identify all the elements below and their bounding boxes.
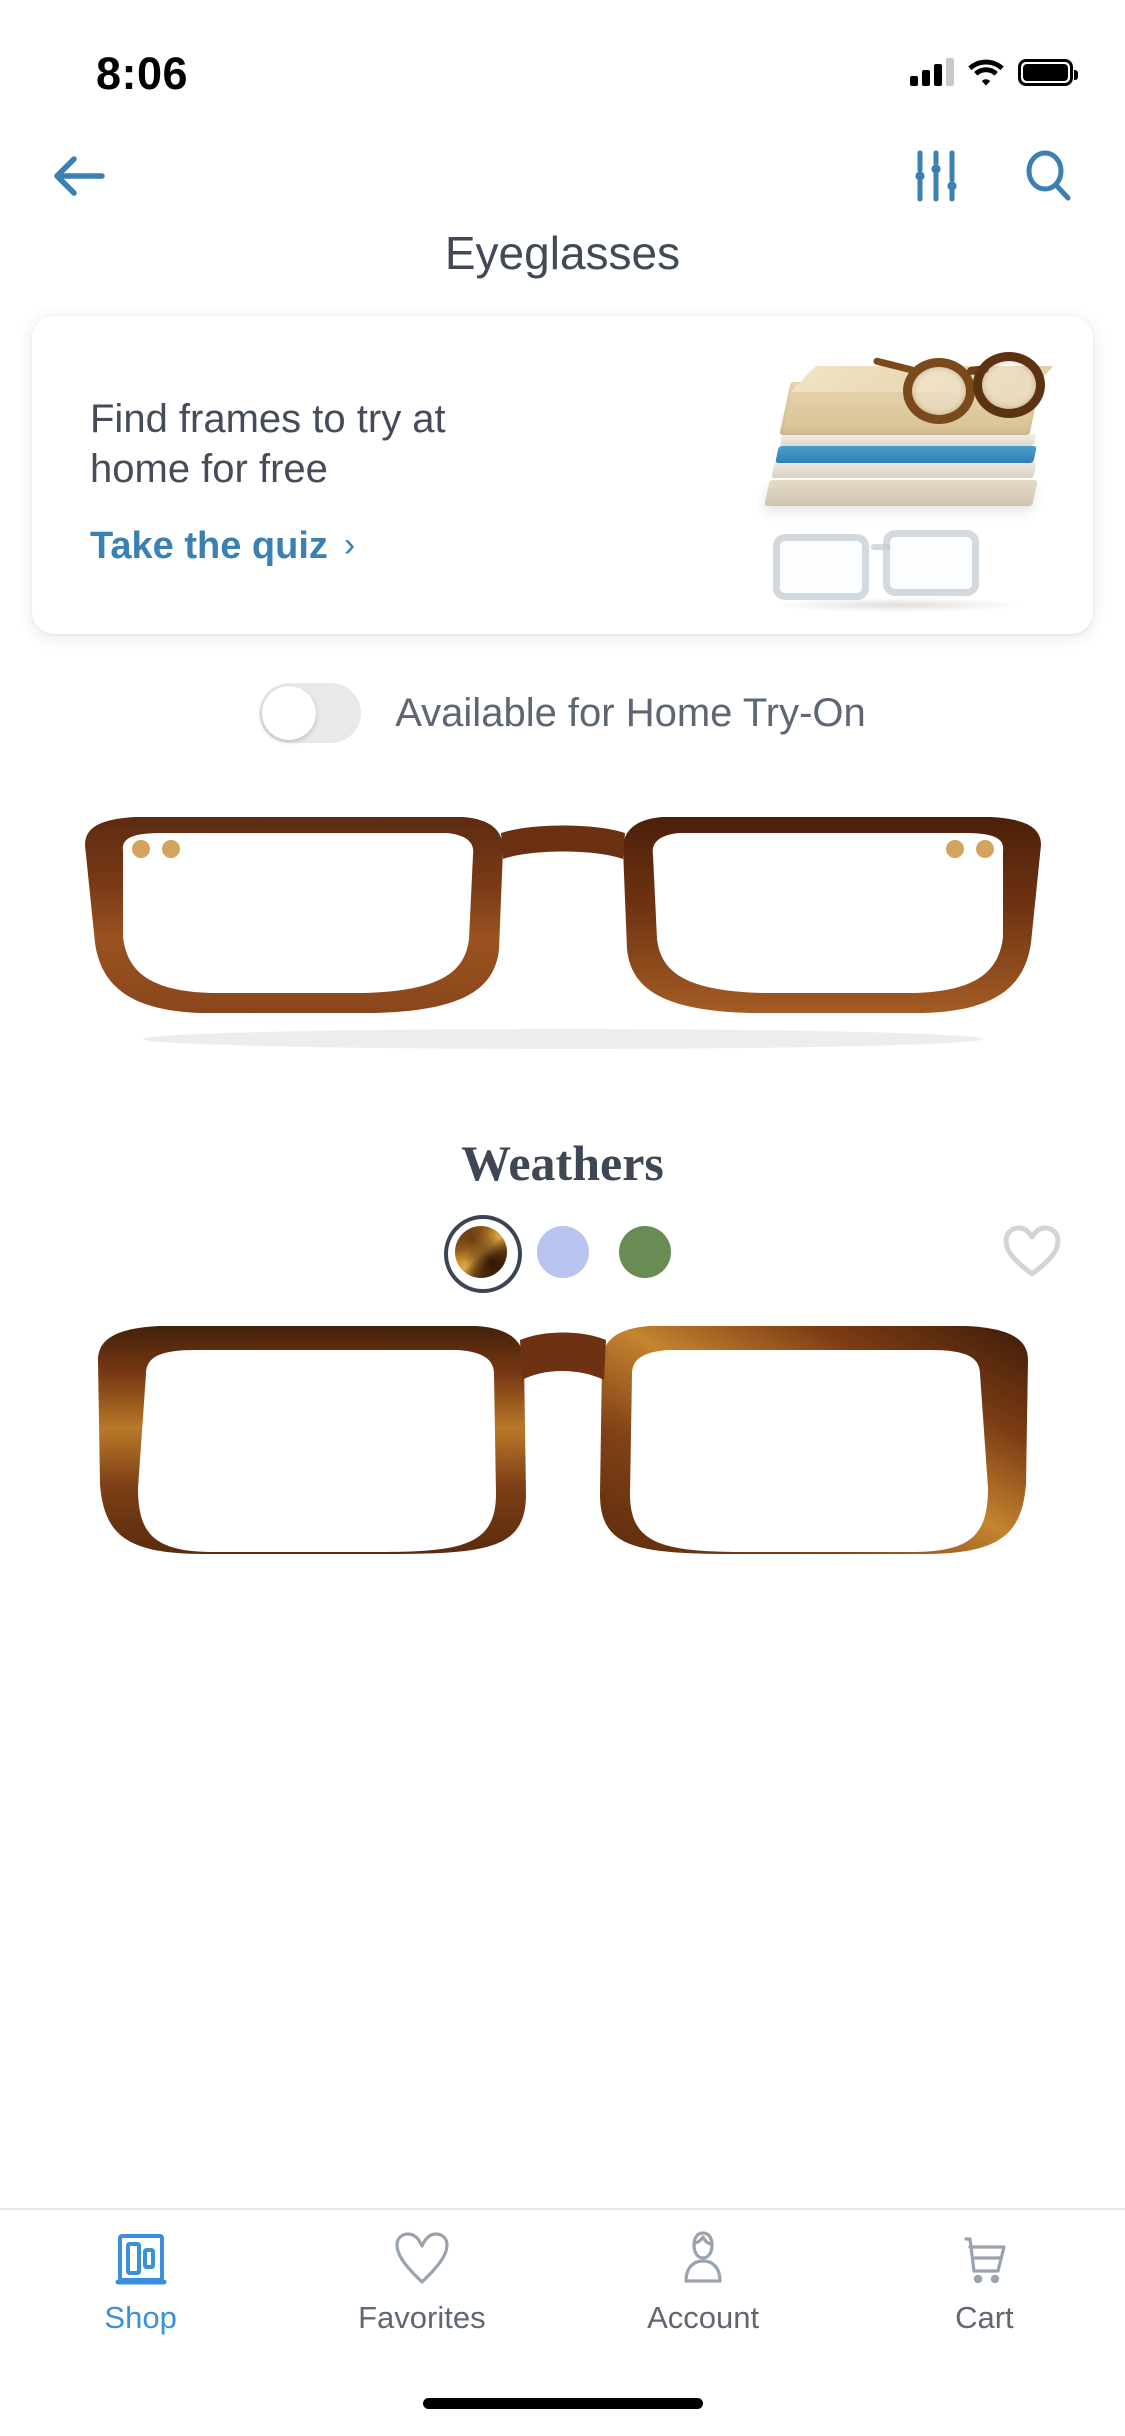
tab-cart[interactable]: Cart — [844, 2228, 1125, 2336]
battery-icon — [1018, 59, 1078, 86]
home-indicator-area — [0, 2370, 1125, 2436]
product-image-tortoise-square[interactable] — [0, 1304, 1125, 1554]
home-try-on-filter-row: Available for Home Try-On — [0, 648, 1125, 778]
search-button[interactable] — [1017, 145, 1079, 207]
storefront-icon — [111, 2228, 171, 2290]
home-try-on-toggle-label: Available for Home Try-On — [395, 690, 866, 735]
navigation-bar — [0, 132, 1125, 220]
bottom-tab-bar: Shop Favorites Account Cart — [0, 2208, 1125, 2370]
status-bar-time: 8:06 — [96, 48, 189, 99]
tab-label-shop: Shop — [104, 2300, 177, 2335]
product-meta-row — [0, 1200, 1125, 1304]
tortoise-glasses-illustration — [872, 342, 1075, 428]
tab-favorites[interactable]: Favorites — [281, 2228, 562, 2336]
favorite-button[interactable] — [1001, 1221, 1063, 1283]
cellular-signal-icon — [910, 58, 954, 86]
status-bar: 8:06 — [0, 0, 1125, 132]
tab-label-favorites: Favorites — [358, 2300, 486, 2335]
status-bar-indicators — [910, 50, 1078, 86]
home-try-on-promo-card[interactable]: Find frames to try at home for free Take… — [32, 316, 1093, 634]
product-card[interactable]: Weathers — [0, 778, 1125, 1304]
heart-outline-icon — [392, 2228, 452, 2290]
color-swatch-periwinkle[interactable] — [536, 1226, 589, 1278]
books-and-glasses-illustration — [747, 330, 1087, 620]
chevron-right-icon: › — [343, 526, 356, 565]
home-indicator[interactable] — [422, 2397, 703, 2409]
filter-button[interactable] — [905, 145, 967, 207]
product-card[interactable] — [0, 1304, 1125, 1554]
home-try-on-toggle[interactable] — [259, 683, 362, 743]
nav-actions — [905, 145, 1079, 207]
tab-label-cart: Cart — [955, 2300, 1014, 2335]
tab-account[interactable]: Account — [563, 2228, 844, 2336]
product-name: Weathers — [461, 1135, 664, 1191]
person-outline-icon — [673, 2228, 733, 2290]
take-the-quiz-link[interactable]: Take the quiz › — [90, 525, 520, 568]
page-title: Eyeglasses — [444, 227, 681, 279]
promo-headline: Find frames to try at home for free — [90, 397, 446, 492]
clear-glasses-illustration — [767, 526, 1017, 610]
tab-shop[interactable]: Shop — [0, 2228, 281, 2336]
wifi-icon — [968, 58, 1004, 86]
color-swatch-tortoise[interactable] — [443, 1215, 522, 1293]
content-scroll-area[interactable]: Find frames to try at home for free Take… — [0, 304, 1125, 2208]
back-button[interactable] — [46, 143, 112, 209]
app-screen: 8:06 Eyeglasses Find frames to try at ho… — [0, 0, 1125, 2436]
color-swatch-olive-green[interactable] — [618, 1226, 671, 1278]
promo-text-block: Find frames to try at home for free Take… — [90, 394, 520, 568]
tab-label-account: Account — [647, 2300, 760, 2335]
product-image-weathers[interactable] — [0, 778, 1125, 1108]
take-the-quiz-label: Take the quiz — [90, 524, 328, 567]
promo-banner-wrapper: Find frames to try at home for free Take… — [0, 304, 1125, 634]
toggle-knob — [262, 686, 317, 740]
shopping-cart-icon — [954, 2228, 1014, 2290]
